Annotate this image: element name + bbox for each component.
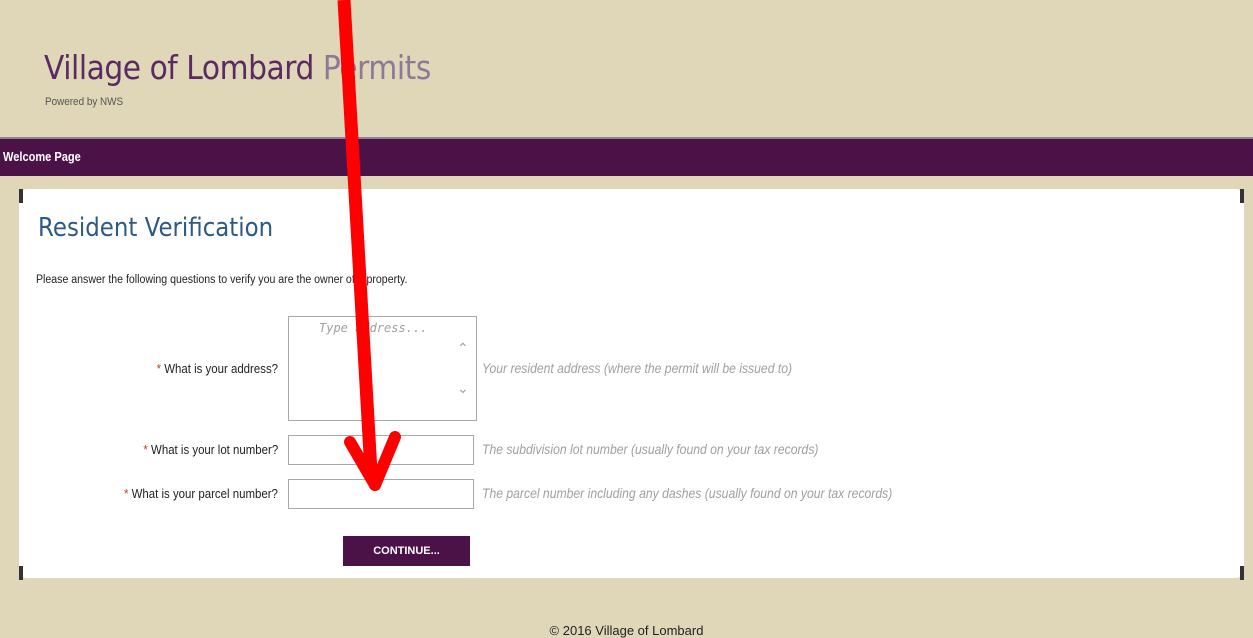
site-title-accent: Permits [322, 48, 431, 87]
page-title: Resident Verification [38, 213, 274, 243]
lot-number-field[interactable] [288, 435, 474, 465]
address-label: * What is your address? [157, 361, 278, 376]
required-marker: * [124, 486, 129, 501]
site-header: Village of Lombard Permits Powered by NW… [0, 0, 1253, 136]
lot-label: * What is your lot number? [143, 442, 278, 457]
parcel-number-field[interactable] [288, 479, 474, 509]
site-title-main: Village of Lombard [44, 48, 323, 87]
continue-button[interactable]: CONTINUE... [343, 536, 470, 566]
chevron-up-icon[interactable]: ⌃ [457, 340, 469, 357]
parcel-hint: The parcel number including any dashes (… [482, 485, 893, 501]
required-marker: * [143, 442, 148, 457]
panel-corner-top-left [19, 189, 23, 203]
address-label-text: What is your address? [164, 361, 278, 376]
intro-text: Please answer the following questions to… [36, 274, 408, 286]
parcel-label-text: What is your parcel number? [131, 486, 278, 501]
powered-by: Powered by NWS [45, 96, 124, 108]
panel-corner-bottom-left [19, 566, 23, 580]
site-title: Village of Lombard Permits [44, 48, 431, 87]
chevron-down-icon[interactable]: ⌄ [457, 380, 469, 397]
nav-bar: Welcome Page [0, 137, 1253, 176]
panel-corner-bottom-right [1240, 566, 1244, 580]
parcel-label: * What is your parcel number? [124, 486, 278, 501]
lot-hint: The subdivision lot number (usually foun… [482, 441, 819, 457]
address-hint: Your resident address (where the permit … [482, 360, 793, 376]
required-marker: * [156, 361, 161, 376]
nav-item-welcome-page[interactable]: Welcome Page [3, 149, 81, 164]
panel-corner-top-right [1240, 189, 1244, 203]
address-field[interactable] [288, 316, 477, 421]
lot-label-text: What is your lot number? [150, 442, 278, 457]
content-panel [19, 189, 1244, 578]
